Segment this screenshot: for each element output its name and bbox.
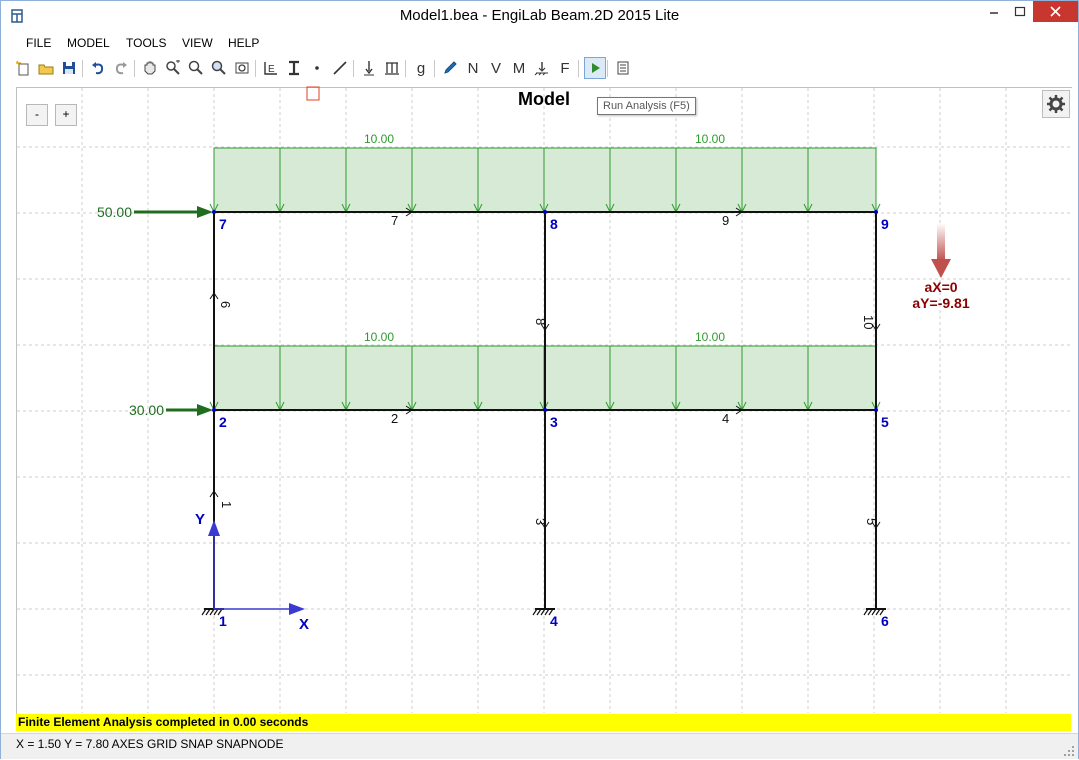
dist-load-value: 10.00 [695, 330, 725, 344]
node-label: 7 [219, 216, 227, 232]
dist-load-value: 10.00 [695, 132, 725, 146]
element-label: 10 [861, 315, 876, 329]
element-label: 2 [391, 411, 398, 426]
node-label: 1 [219, 613, 227, 629]
canvas-settings-button[interactable] [1042, 90, 1070, 118]
gravity-ay-label: aY=-9.81 [912, 295, 969, 311]
gravity-arrow [931, 223, 951, 278]
global-axes [208, 520, 305, 615]
analysis-status-message: Finite Element Analysis completed in 0.0… [16, 714, 1071, 731]
cursor-coordinates: X = 1.50 Y = 7.80 AXES GRID SNAP SNAPNOD… [16, 737, 284, 751]
gravity-ax-label: aX=0 [924, 279, 957, 295]
zoom-out-button[interactable]: - [26, 104, 48, 126]
node-label: 5 [881, 414, 889, 430]
status-bar: X = 1.50 Y = 7.80 AXES GRID SNAP SNAPNOD… [1, 733, 1078, 759]
origin-marker [306, 86, 320, 101]
model-drawing: 10.00 10.00 10.00 10.00 50.00 30.00 1 2 … [17, 86, 1071, 713]
element-label: 5 [864, 518, 879, 525]
dist-load-value: 10.00 [364, 330, 394, 344]
gear-icon [1047, 95, 1065, 113]
distributed-load-upper[interactable] [209, 147, 881, 214]
element-label: 1 [219, 501, 234, 508]
dist-load-value: 10.00 [364, 132, 394, 146]
canvas-title: Model [518, 89, 570, 109]
node-label: 9 [881, 216, 889, 232]
element-label: 8 [533, 318, 548, 325]
x-axis-label: X [299, 616, 309, 633]
nodal-load-value: 30.00 [129, 402, 164, 418]
resize-grip-icon[interactable] [1064, 746, 1074, 756]
nodal-force-arrows[interactable] [134, 206, 213, 416]
zoom-in-button[interactable]: + [55, 104, 77, 126]
node-label: 3 [550, 414, 558, 430]
node-label: 8 [550, 216, 558, 232]
element-label: 6 [218, 301, 233, 308]
node-label: 2 [219, 414, 227, 430]
y-axis-label: Y [195, 511, 205, 528]
nodal-load-value: 50.00 [97, 204, 132, 220]
node-label: 6 [881, 613, 889, 629]
element-label: 7 [391, 213, 398, 228]
app-window: Model1.bea - EngiLab Beam.2D 2015 Lite F… [0, 0, 1079, 759]
element-label: 4 [722, 411, 729, 426]
element-label: 9 [722, 213, 729, 228]
node-label: 4 [550, 613, 558, 629]
element-label: 3 [533, 518, 548, 525]
run-analysis-tooltip: Run Analysis (F5) [597, 97, 696, 115]
